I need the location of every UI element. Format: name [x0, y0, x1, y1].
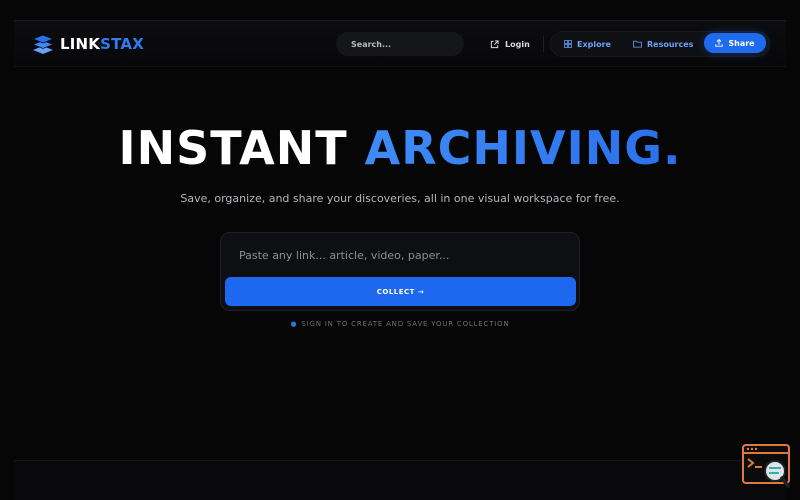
upload-share-icon: [715, 39, 724, 47]
hero-subtitle: Save, organize, and share your discoveri…: [180, 192, 620, 205]
brand-name-link: LINK: [60, 35, 101, 53]
code-window-search-icon: [742, 444, 790, 488]
login-link[interactable]: Login: [490, 35, 530, 53]
search-input[interactable]: [351, 39, 456, 49]
bottom-panel: [14, 460, 786, 500]
nav-item-resources[interactable]: Resources: [633, 32, 693, 56]
nav-item-label: Resources: [647, 39, 694, 49]
share-label: Share: [728, 38, 755, 48]
nav-divider: [543, 36, 544, 52]
link-input[interactable]: [239, 243, 559, 267]
navbar: LINKSTAX Login Explore Resources: [14, 21, 786, 67]
floating-help-widget[interactable]: [742, 444, 792, 490]
external-link-icon: [490, 39, 499, 48]
search-box[interactable]: [336, 32, 464, 56]
grid-icon: [564, 40, 572, 48]
signin-hint: ● SIGN IN TO CREATE AND SAVE YOUR COLLECT…: [0, 320, 800, 328]
login-label: Login: [505, 39, 530, 49]
nav-item-explore[interactable]: Explore: [564, 32, 611, 56]
hero-title: INSTANT ARCHIVING.: [0, 122, 800, 174]
hero-title-main: INSTANT: [118, 121, 348, 175]
brand-name: LINKSTAX: [60, 35, 144, 53]
stack-logo-icon: [32, 34, 54, 54]
bullet-dot-icon: ●: [290, 320, 298, 328]
link-collector-card: COLLECT →: [220, 232, 580, 311]
nav-group: Explore Resources Share: [550, 31, 770, 57]
nav-item-label: Explore: [577, 39, 611, 49]
folder-icon: [633, 40, 642, 48]
collect-button[interactable]: COLLECT →: [225, 277, 576, 306]
signin-hint-text: SIGN IN TO CREATE AND SAVE YOUR COLLECTI…: [301, 320, 510, 328]
brand-name-stax: STAX: [100, 35, 144, 53]
brand-logo[interactable]: LINKSTAX: [32, 31, 144, 57]
hero-title-accent: ARCHIVING.: [364, 121, 682, 175]
share-button[interactable]: Share: [704, 33, 766, 53]
